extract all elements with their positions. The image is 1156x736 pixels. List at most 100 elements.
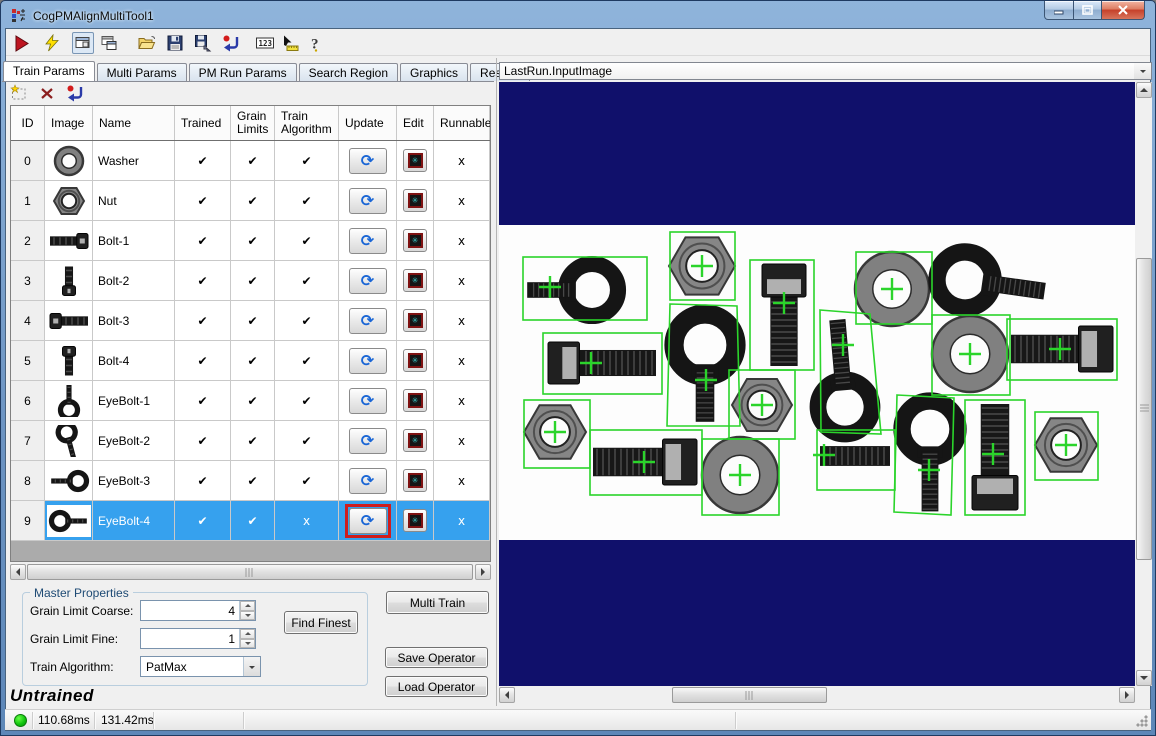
save-operator-button[interactable]: Save Operator (385, 647, 488, 668)
edit-pattern-button[interactable] (403, 189, 427, 212)
dropdown-arrow-icon[interactable] (243, 657, 260, 676)
float-pane-toggle-icon[interactable] (72, 32, 94, 54)
column-header-train-algorithm[interactable]: Train Algorithm (275, 106, 339, 140)
save-file-icon[interactable] (164, 32, 186, 54)
tab-search-region[interactable]: Search Region (299, 63, 398, 81)
grain-limit-fine-spinner[interactable]: 1 (140, 628, 256, 649)
update-button[interactable] (349, 268, 387, 294)
grid-row-eyebolt-4[interactable]: 9EyeBolt-4✔✔xx (11, 501, 490, 541)
show-result-values-icon[interactable]: 123 (254, 32, 276, 54)
edit-pattern-button[interactable] (403, 269, 427, 292)
column-header-update[interactable]: Update (339, 106, 397, 140)
save-file-as-icon[interactable] (192, 32, 214, 54)
update-button[interactable] (349, 508, 387, 534)
load-operator-button[interactable]: Load Operator (385, 676, 488, 697)
update-button[interactable] (349, 228, 387, 254)
scroll-down-arrow[interactable] (1136, 670, 1152, 686)
coarse-spin-down[interactable] (240, 611, 255, 621)
resize-grip[interactable] (1136, 715, 1148, 727)
cell-runnable: x (434, 181, 490, 221)
column-header-image[interactable]: Image (45, 106, 93, 140)
edit-pattern-button[interactable] (403, 309, 427, 332)
image-hscroll-thumb[interactable] (672, 687, 827, 703)
grid-row-bolt-1[interactable]: 2Bolt-1✔✔✔x (11, 221, 490, 261)
grid-row-washer[interactable]: 0Washer✔✔✔x (11, 141, 490, 181)
reset-pattern-icon[interactable] (66, 84, 84, 102)
scroll-right-arrow[interactable] (475, 564, 491, 580)
update-button[interactable] (349, 348, 387, 374)
image-hscrollbar[interactable] (499, 687, 1135, 703)
edit-pattern-button[interactable] (403, 349, 427, 372)
grid-row-eyebolt-3[interactable]: 8EyeBolt-3✔✔✔x (11, 461, 490, 501)
edit-pattern-button[interactable] (403, 229, 427, 252)
minimize-button[interactable] (1044, 1, 1074, 20)
update-button[interactable] (349, 308, 387, 334)
grid-row-bolt-3[interactable]: 4Bolt-3✔✔✔x (11, 301, 490, 341)
grid-row-bolt-2[interactable]: 3Bolt-2✔✔✔x (11, 261, 490, 301)
edit-pattern-button[interactable] (403, 509, 427, 532)
update-button[interactable] (349, 428, 387, 454)
image-vscroll-thumb[interactable] (1136, 258, 1152, 560)
update-wrap (345, 224, 391, 258)
open-file-icon[interactable] (136, 32, 158, 54)
tab-graphics[interactable]: Graphics (400, 63, 468, 81)
multi-train-button[interactable]: Multi Train (386, 591, 489, 614)
column-header-trained[interactable]: Trained (175, 106, 231, 140)
electric-run-icon[interactable] (41, 32, 63, 54)
column-header-grain-limits[interactable]: Grain Limits (231, 106, 275, 140)
display-selector-arrow-icon[interactable] (1134, 63, 1151, 79)
edit-pattern-button[interactable] (403, 389, 427, 412)
edit-pattern-button[interactable] (403, 469, 427, 492)
update-button[interactable] (349, 388, 387, 414)
grid-hscroll-thumb[interactable] (27, 564, 473, 580)
scroll-left-arrow[interactable] (499, 687, 515, 703)
update-button[interactable] (349, 188, 387, 214)
grain-limit-fine-value[interactable]: 1 (141, 629, 239, 648)
run-tool-icon[interactable] (10, 32, 32, 54)
column-header-name[interactable]: Name (93, 106, 175, 140)
cell-grain-limits: ✔ (231, 381, 275, 421)
cell-edit (397, 181, 434, 221)
grid-row-eyebolt-1[interactable]: 6EyeBolt-1✔✔✔x (11, 381, 490, 421)
fine-spin-down[interactable] (240, 639, 255, 649)
coarse-spin-up[interactable] (240, 601, 255, 611)
column-header-runnable[interactable]: Runnable (434, 106, 490, 140)
edit-pattern-button[interactable] (403, 429, 427, 452)
image-vscrollbar[interactable] (1136, 82, 1152, 686)
column-header-id[interactable]: ID (11, 106, 45, 140)
scroll-left-arrow[interactable] (10, 564, 26, 580)
cell-train-algorithm: ✔ (275, 181, 339, 221)
train-algorithm-dropdown[interactable]: PatMax (140, 656, 261, 677)
tab-pm-run-params[interactable]: PM Run Params (189, 63, 297, 81)
image-viewport[interactable] (499, 82, 1135, 686)
grid-row-nut[interactable]: 1Nut✔✔✔x (11, 181, 490, 221)
scroll-right-arrow[interactable] (1119, 687, 1135, 703)
update-button[interactable] (349, 468, 387, 494)
titlebar[interactable]: CogPMAlignMultiTool1 (11, 6, 154, 26)
grid-hscrollbar[interactable] (10, 564, 491, 581)
grid-row-bolt-4[interactable]: 5Bolt-4✔✔✔x (11, 341, 490, 381)
scroll-up-arrow[interactable] (1136, 82, 1152, 98)
help-icon[interactable]: ? (305, 32, 327, 54)
column-header-edit[interactable]: Edit (397, 106, 434, 140)
close-button[interactable] (1102, 1, 1145, 20)
tab-multi-params[interactable]: Multi Params (97, 63, 187, 81)
pattern-thumbnail (47, 225, 91, 257)
find-finest-button[interactable]: Find Finest (284, 611, 358, 634)
measure-tool-icon[interactable] (279, 32, 301, 54)
new-pattern-icon[interactable] (10, 84, 28, 102)
reset-tool-icon[interactable] (220, 32, 242, 54)
update-button[interactable] (349, 148, 387, 174)
grain-limit-coarse-spinner[interactable]: 4 (140, 600, 256, 621)
tab-train-params[interactable]: Train Params (3, 61, 95, 81)
grain-limit-coarse-value[interactable]: 4 (141, 601, 239, 620)
pattern-grid[interactable]: IDImageNameTrainedGrain LimitsTrain Algo… (10, 105, 491, 562)
delete-pattern-icon[interactable] (38, 84, 56, 102)
cell-edit (397, 421, 434, 461)
edit-pattern-button[interactable] (403, 149, 427, 172)
grid-row-eyebolt-2[interactable]: 7EyeBolt-2✔✔✔x (11, 421, 490, 461)
fine-spin-up[interactable] (240, 629, 255, 639)
display-image-selector[interactable]: LastRun.InputImage (499, 62, 1152, 80)
maximize-button[interactable] (1074, 1, 1102, 20)
copy-pane-icon[interactable] (98, 32, 120, 54)
